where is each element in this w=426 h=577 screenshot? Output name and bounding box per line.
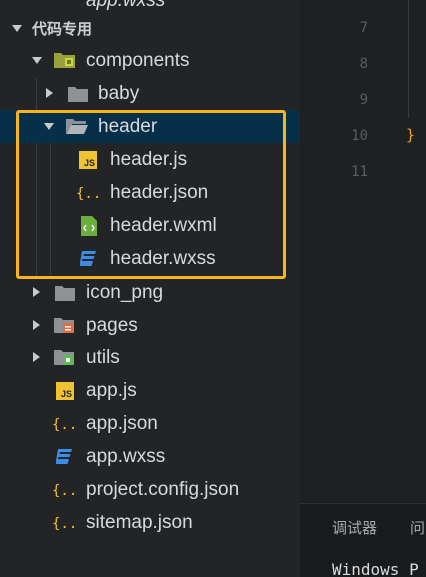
tree-item-header-json[interactable]: {..} header.json [0,176,300,209]
line-number: 8 [359,56,368,72]
tree-item-label: icon_png [86,281,164,303]
svg-text:{..}: {..} [52,483,78,499]
line-number: 10 [351,128,368,144]
chevron-down-icon[interactable] [44,123,54,130]
tree-item-label: project.config.json [86,478,240,500]
wxss-file-icon [80,249,98,269]
tree-item-label: header.wxss [110,247,216,269]
tree-item-label: pages [86,314,138,336]
folder-open-icon [64,116,90,136]
tree-item-project-config[interactable]: {..} project.config.json [0,473,300,506]
json-file-icon: {..} [52,480,78,500]
tab-problems[interactable]: 问 [410,517,425,538]
tree-item-label: header.js [110,148,188,170]
tree-item-pages[interactable]: pages [0,309,300,342]
chevron-right-icon[interactable] [33,287,40,297]
tree-item-label: header [98,115,158,137]
section-label: 代码专用 [32,20,93,38]
wxml-file-icon [80,216,98,236]
tree-item-components[interactable]: components [0,44,300,77]
folder-open-icon [52,50,78,70]
tree-item-header-wxss[interactable]: header.wxss [0,242,300,275]
top-partial-item[interactable]: app.wxss [86,0,165,12]
chevron-right-icon[interactable] [46,88,53,98]
file-explorer: app.wxss 代码专用 components baby header JS … [0,0,300,577]
tree-item-app-js[interactable]: JS app.js [0,374,300,407]
tree-item-baby[interactable]: baby [0,77,300,110]
tree-item-utils[interactable]: utils [0,341,300,374]
console-output: Windows P [332,560,419,577]
chevron-right-icon[interactable] [33,352,40,362]
section-header[interactable]: 代码专用 [0,16,300,40]
tree-item-header-wxml[interactable]: header.wxml [0,209,300,242]
json-file-icon: {..} [76,183,102,203]
tree-item-label: app.json [86,412,158,434]
line-number: 11 [351,164,368,180]
svg-text:JS: JS [84,158,95,168]
json-file-icon: {..} [52,513,78,533]
chevron-down-icon[interactable] [12,25,22,32]
wxss-file-icon [56,447,74,467]
tree-item-label: components [86,49,190,71]
line-number: 9 [359,92,368,108]
tab-debugger[interactable]: 调试器 [332,517,377,538]
folder-icon [53,283,77,303]
chevron-right-icon[interactable] [33,320,40,330]
svg-text:{..}: {..} [52,417,78,433]
tree-item-label: baby [98,82,140,104]
tree-item-label: utils [86,346,120,368]
svg-text:JS: JS [61,389,72,399]
svg-text:{..}: {..} [52,516,78,532]
js-file-icon: JS [56,382,74,400]
code-closing-brace: } [406,126,416,144]
utils-folder-icon [53,348,77,368]
tree-item-label: app.wxss [86,445,166,467]
tree-item-label: header.json [110,181,209,203]
svg-text:{..}: {..} [76,186,102,202]
folder-icon [66,84,90,104]
tree-item-app-wxss[interactable]: app.wxss [0,440,300,473]
tree-item-sitemap[interactable]: {..} sitemap.json [0,506,300,539]
pages-folder-icon [53,316,77,336]
js-file-icon: JS [79,151,97,169]
chevron-down-icon[interactable] [32,57,42,64]
tree-item-header-js[interactable]: JS header.js [0,143,300,176]
tree-item-icon-png[interactable]: icon_png [0,276,300,309]
json-file-icon: {..} [52,414,78,434]
tree-item-app-json[interactable]: {..} app.json [0,407,300,440]
tree-item-label: app.js [86,379,137,401]
tree-item-label: sitemap.json [86,511,193,533]
tree-item-label: header.wxml [110,214,217,236]
line-number: 7 [359,20,368,36]
ide-window: app.wxss 代码专用 components baby header JS … [0,0,426,577]
tree-item-header[interactable]: header [0,110,300,143]
editor-indent-guide [408,0,409,118]
